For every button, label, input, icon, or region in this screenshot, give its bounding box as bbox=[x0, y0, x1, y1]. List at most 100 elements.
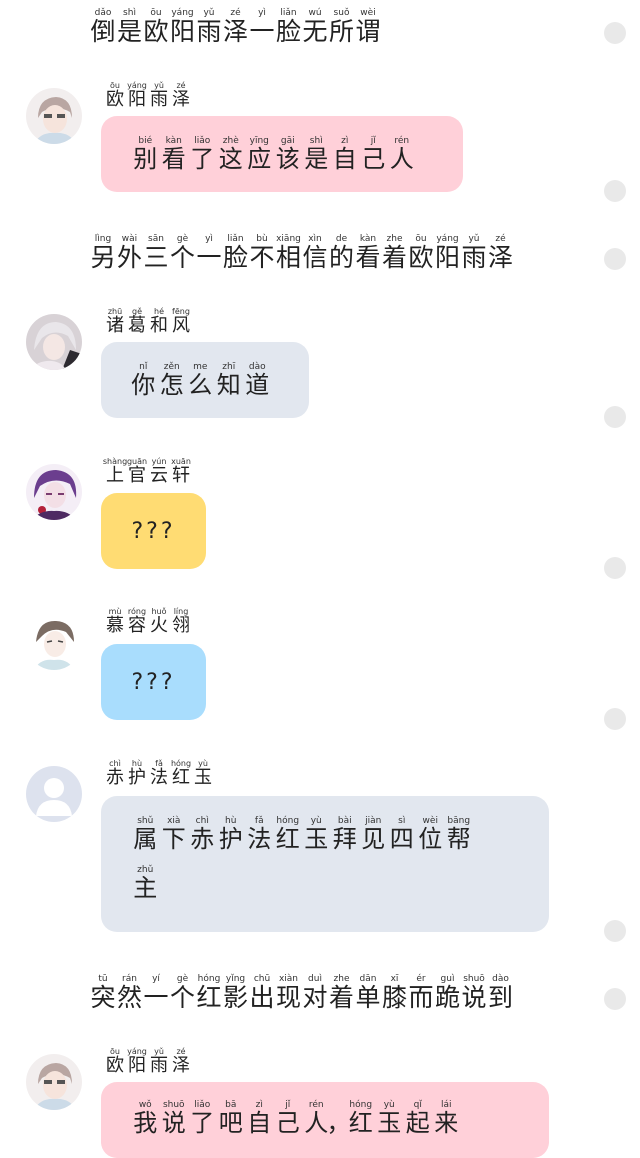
annotated-char: liǎo 了 bbox=[188, 136, 217, 171]
hanzi: 玉 bbox=[377, 1109, 402, 1137]
annotated-char: sì 四 bbox=[388, 816, 417, 851]
annotated-char: huǒ 火 bbox=[148, 606, 170, 635]
hanzi: 外 bbox=[116, 243, 142, 272]
message-bubble[interactable]: bié 别 kàn 看 liǎo 了 zhè 这 yīng 应 gāi 该 shì 是 zì 自 jǐ 己 rén 人 bbox=[101, 116, 463, 192]
annotated-char: yún 云 bbox=[148, 456, 170, 485]
hanzi: 雨 bbox=[150, 89, 168, 110]
scroll-dot[interactable] bbox=[604, 248, 626, 270]
speaker-name: shàng 上 guān 官 yún 云 xuān 轩 bbox=[103, 456, 192, 485]
hanzi: 三 bbox=[143, 243, 169, 272]
hanzi: 风 bbox=[172, 315, 190, 336]
annotated-char: rán 然 bbox=[117, 974, 143, 1010]
hanzi: 个 bbox=[169, 983, 195, 1012]
scroll-dot[interactable] bbox=[604, 22, 626, 44]
annotated-char: mù 慕 bbox=[104, 606, 126, 635]
hanzi: 己 bbox=[275, 1109, 300, 1137]
hanzi: 无 bbox=[302, 17, 328, 46]
annotated-char: duì 对 bbox=[302, 974, 328, 1010]
hanzi: 不 bbox=[249, 243, 275, 272]
annotated-char: zì 自 bbox=[245, 1100, 274, 1135]
message-bubble[interactable]: wǒ 我 shuō 说 liǎo 了 bā 吧 zì 自 jǐ 己 rén 人， hóng 红 yù 玉 qǐ 起 lá… bbox=[101, 1082, 549, 1158]
annotated-char: dào 到 bbox=[488, 974, 514, 1010]
hanzi: 个 bbox=[169, 243, 195, 272]
message-bubble[interactable]: nǐ 你 zěn 怎 me 么 zhī 知 dào 道 bbox=[101, 342, 309, 418]
annotated-char: shì 是 bbox=[302, 136, 331, 171]
hanzi: 我 bbox=[133, 1109, 158, 1137]
message-bubble[interactable]: ??? bbox=[101, 493, 206, 569]
scroll-dot[interactable] bbox=[604, 988, 626, 1010]
annotated-char: fǎ 法 bbox=[245, 816, 274, 851]
character-portrait-icon bbox=[26, 88, 82, 144]
hanzi: 是 bbox=[116, 17, 142, 46]
message-text: nǐ 你 zěn 怎 me 么 zhī 知 dào 道 bbox=[129, 362, 309, 397]
hanzi: 自 bbox=[332, 145, 357, 173]
annotated-char: zé 泽 bbox=[488, 234, 514, 270]
hanzi: 来 bbox=[434, 1109, 459, 1137]
scroll-dot[interactable] bbox=[604, 406, 626, 428]
hanzi: 脸 bbox=[222, 243, 248, 272]
hanzi: 出 bbox=[249, 983, 275, 1012]
hanzi: 突 bbox=[90, 983, 116, 1012]
annotated-char: wèi 谓 bbox=[355, 8, 381, 44]
scroll-dot[interactable] bbox=[604, 557, 626, 579]
annotated-char: róng 容 bbox=[126, 606, 148, 635]
annotated-char: yǔ 雨 bbox=[148, 80, 170, 109]
annotated-char: jǐ 己 bbox=[274, 1100, 303, 1135]
hanzi: 相 bbox=[275, 243, 301, 272]
hanzi: 所 bbox=[328, 17, 354, 46]
hanzi: 说 bbox=[461, 983, 487, 1012]
avatar-ouyang-yuze[interactable] bbox=[26, 88, 82, 144]
message-text: wǒ 我 shuō 说 liǎo 了 bā 吧 zì 自 jǐ 己 rén 人， hóng 红 yù 玉 qǐ 起 lá… bbox=[131, 1100, 549, 1135]
annotated-char: kàn 看 bbox=[355, 234, 381, 270]
hanzi: 己 bbox=[361, 145, 386, 173]
message-bubble[interactable]: shǔ 属 xià 下 chì 赤 hù 护 fǎ 法 hóng 红 yù 玉 bài 拜 jiàn 见 sì 四 wè… bbox=[101, 796, 549, 932]
annotated-char: liǎo 了 bbox=[188, 1100, 217, 1135]
hanzi: 欧 bbox=[408, 243, 434, 272]
avatar-ouyang-yuze[interactable] bbox=[26, 1054, 82, 1110]
annotated-char: xī 膝 bbox=[382, 974, 408, 1010]
avatar-murong-huoling[interactable] bbox=[26, 614, 82, 670]
hanzi: 而 bbox=[408, 983, 434, 1012]
hanzi: 另 bbox=[90, 243, 116, 272]
annotated-char: fēng 风 bbox=[170, 306, 192, 335]
annotated-char: rén 人 bbox=[388, 136, 417, 171]
annotated-char: jǐ 己 bbox=[359, 136, 388, 171]
hanzi: 了 bbox=[190, 145, 215, 173]
scroll-dot[interactable] bbox=[604, 180, 626, 202]
annotated-char: shuō 说 bbox=[160, 1100, 189, 1135]
annotated-char: wǒ 我 bbox=[131, 1100, 160, 1135]
avatar-shangguan-yunxuan[interactable] bbox=[26, 464, 82, 520]
hanzi: 玉 bbox=[194, 767, 212, 788]
hanzi: 一 bbox=[143, 983, 169, 1012]
character-portrait-icon bbox=[26, 464, 82, 520]
message-bubble[interactable]: ??? bbox=[101, 644, 206, 720]
hanzi: 阳 bbox=[128, 1055, 146, 1076]
annotated-char: shuō 说 bbox=[461, 974, 487, 1010]
annotated-char: hóng 红 bbox=[170, 758, 192, 787]
hanzi: 么 bbox=[188, 371, 213, 399]
speaker-name: chì 赤 hù 护 fǎ 法 hóng 红 yù 玉 bbox=[104, 758, 214, 787]
annotated-char: shǔ 属 bbox=[131, 816, 160, 851]
annotated-char: dào 道 bbox=[243, 362, 272, 397]
hanzi: 知 bbox=[216, 371, 241, 399]
hanzi: 下 bbox=[161, 825, 186, 853]
narration-line: tū 突 rán 然 yí 一 gè 个 hóng 红 yǐng 影 chū 出 xiàn 现 duì 对 zhe 着… bbox=[90, 974, 514, 1010]
annotated-char: ōu 欧 bbox=[143, 8, 169, 44]
hanzi: 了 bbox=[190, 1109, 215, 1137]
annotated-char: xìn 信 bbox=[302, 234, 328, 270]
avatar-zhuge-hefeng[interactable] bbox=[26, 314, 82, 370]
annotated-char: hóng 红 bbox=[274, 816, 303, 851]
hanzi: 诸 bbox=[106, 315, 124, 336]
annotated-char: hóng 红 bbox=[347, 1100, 376, 1135]
hanzi: 欧 bbox=[143, 17, 169, 46]
annotated-char: xiāng 相 bbox=[276, 234, 302, 270]
avatar-default[interactable] bbox=[26, 766, 82, 822]
scroll-dot[interactable] bbox=[604, 708, 626, 730]
hanzi: 慕 bbox=[106, 615, 124, 636]
hanzi: 泽 bbox=[172, 1055, 190, 1076]
hanzi: 道 bbox=[245, 371, 270, 399]
hanzi: 玉 bbox=[304, 825, 329, 853]
hanzi: 阳 bbox=[434, 243, 460, 272]
scroll-dot[interactable] bbox=[604, 920, 626, 942]
annotated-char: dān 单 bbox=[355, 974, 381, 1010]
